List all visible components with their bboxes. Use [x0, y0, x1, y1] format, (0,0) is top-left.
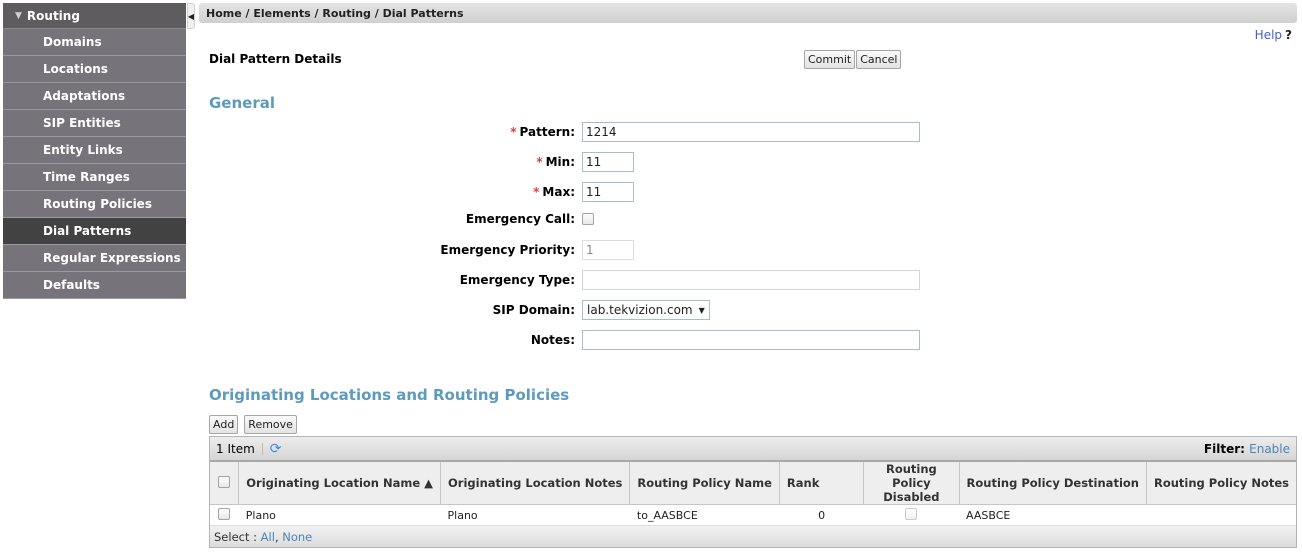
required-icon: * — [533, 185, 540, 199]
sidebar-item-label: Dial Patterns — [43, 224, 132, 238]
item-count: 1 Item — [216, 441, 255, 456]
row-select-cell — [210, 504, 239, 526]
help-link-container: Help? — [1255, 28, 1292, 42]
form-row-emergency-priority: Emergency Priority: — [0, 240, 930, 260]
form-row-pattern: * Pattern: — [0, 122, 930, 142]
row-checkbox[interactable] — [218, 507, 231, 520]
emergency-type-label: Emergency Type: — [459, 273, 575, 287]
col-routing-policy-disabled[interactable]: Routing Policy Disabled — [863, 462, 960, 505]
cell-policy-notes — [1146, 504, 1296, 526]
sip-domain-select[interactable]: lab.tekvizion.com ▼ — [582, 300, 710, 320]
sidebar-item-domains[interactable]: Domains — [3, 29, 186, 56]
col-routing-policy-notes[interactable]: Routing Policy Notes — [1146, 462, 1296, 505]
min-input[interactable] — [582, 152, 634, 172]
sidebar-item-label: Domains — [43, 35, 102, 49]
help-question-icon[interactable]: ? — [1285, 28, 1292, 42]
routing-grid: Originating Location Name ▲ Originating … — [210, 462, 1296, 526]
select-all-header — [210, 462, 240, 505]
divider — [261, 442, 263, 455]
commit-button[interactable]: Commit — [804, 50, 856, 69]
table-toolbar: 1 Item ⟳ Filter: Enable — [210, 437, 1296, 462]
select-all-link[interactable]: All — [261, 530, 275, 544]
breadcrumb: Home / Elements / Routing / Dial Pattern… — [199, 3, 1297, 23]
form-row-sip-domain: SIP Domain: lab.tekvizion.com ▼ — [0, 300, 930, 320]
section-title-general: General — [209, 94, 275, 112]
cell-disabled — [863, 504, 960, 526]
sidebar-item-locations[interactable]: Locations — [3, 56, 186, 83]
cell-rank: 0 — [779, 504, 864, 526]
triangle-down-icon: ▼ — [15, 10, 22, 21]
min-label-text: Min: — [545, 155, 575, 169]
sidebar-item-adaptations[interactable]: Adaptations — [3, 83, 186, 110]
add-button[interactable]: Add — [209, 415, 239, 434]
col-originating-location-notes[interactable]: Originating Location Notes — [440, 462, 631, 505]
emergency-priority-label: Emergency Priority: — [440, 243, 575, 257]
filter-label: Filter: — [1203, 441, 1245, 456]
pattern-label-text: Pattern: — [519, 125, 575, 139]
sip-domain-value: lab.tekvizion.com — [587, 303, 693, 317]
routing-table: 1 Item ⟳ Filter: Enable Originating Loca… — [209, 436, 1297, 548]
col-rank[interactable]: Rank — [779, 462, 865, 505]
sidebar-header-routing[interactable]: ▼ Routing — [3, 3, 186, 29]
table-header-row: Originating Location Name ▲ Originating … — [210, 462, 1296, 505]
emergency-call-label: Emergency Call: — [465, 212, 575, 226]
sidebar-item-label: Locations — [43, 62, 108, 76]
emergency-type-input[interactable] — [582, 270, 920, 290]
sidebar-item-label: Adaptations — [43, 89, 126, 103]
select-all-checkbox[interactable] — [218, 475, 231, 488]
min-label: * Min: — [0, 155, 582, 169]
required-icon: * — [536, 155, 543, 169]
sip-domain-label: SIP Domain: — [492, 303, 575, 317]
max-label: * Max: — [0, 185, 582, 199]
cell-location-name: Plano — [238, 504, 441, 526]
col-routing-policy-name[interactable]: Routing Policy Name — [629, 462, 780, 505]
max-input[interactable] — [582, 182, 634, 202]
refresh-icon[interactable]: ⟳ — [270, 441, 282, 457]
cancel-button[interactable]: Cancel — [856, 50, 902, 69]
table-row[interactable]: Plano Plano to_AASBCE 0 AASBCE — [210, 504, 1296, 526]
form-row-emergency-call: Emergency Call: — [0, 212, 930, 226]
sidebar-header-label: Routing — [26, 8, 80, 23]
col-originating-location-name[interactable]: Originating Location Name ▲ — [238, 462, 442, 505]
remove-button[interactable]: Remove — [244, 415, 297, 434]
comma-separator: , — [274, 529, 283, 544]
cell-policy-name: to_AASBCE — [629, 504, 780, 526]
emergency-priority-input[interactable] — [582, 240, 634, 260]
form-row-max: * Max: — [0, 182, 930, 202]
select-none-link[interactable]: None — [282, 530, 312, 544]
select-label: Select : — [214, 529, 258, 544]
form-row-notes: Notes: — [0, 330, 930, 350]
table-actions: Add Remove — [209, 415, 297, 434]
page-title: Dial Pattern Details — [209, 52, 342, 66]
table-footer: Select : All, None — [210, 526, 1296, 547]
triangle-left-icon: ◀ — [187, 11, 195, 21]
notes-input[interactable] — [582, 330, 920, 350]
form-row-min: * Min: — [0, 152, 930, 172]
help-link[interactable]: Help — [1255, 28, 1282, 42]
policy-disabled-checkbox — [905, 507, 918, 520]
collapse-sidebar-button[interactable]: ◀ — [187, 3, 195, 29]
max-label-text: Max: — [542, 185, 575, 199]
required-icon: * — [510, 125, 517, 139]
notes-label: Notes: — [530, 333, 575, 347]
pattern-input[interactable] — [582, 122, 920, 142]
filter-enable-link[interactable]: Enable — [1249, 442, 1290, 456]
pattern-label: * Pattern: — [0, 125, 582, 139]
section-title-routing: Originating Locations and Routing Polici… — [209, 386, 570, 404]
cell-destination: AASBCE — [959, 504, 1147, 526]
cell-location-notes: Plano — [440, 504, 630, 526]
emergency-call-checkbox[interactable] — [582, 213, 594, 225]
col-routing-policy-destination[interactable]: Routing Policy Destination — [959, 462, 1147, 505]
filter-container: Filter: Enable — [1204, 442, 1290, 456]
form-actions: Commit Cancel — [804, 50, 902, 69]
form-row-emergency-type: Emergency Type: — [0, 270, 930, 290]
dropdown-arrow-icon: ▼ — [698, 305, 705, 315]
